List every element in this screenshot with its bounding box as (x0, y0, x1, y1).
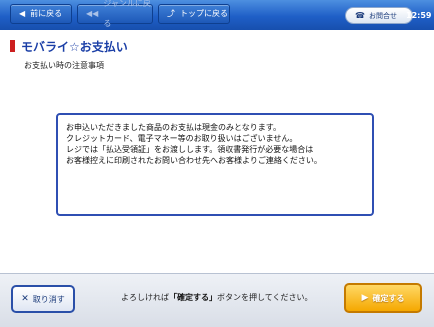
notice-line: お客様控えに印刷されたお問い合わせ先へお客様よりご連絡ください。 (66, 156, 322, 165)
back-button-label: 前に戻る (30, 9, 63, 18)
inquiry-button[interactable]: ☎ お問合せ (345, 7, 413, 24)
confirm-button[interactable]: ▶ 確定する (344, 283, 422, 313)
close-icon: ✕ (21, 294, 29, 304)
confirm-button-label: 確定する (372, 293, 405, 303)
page-title: モバライ☆お支払い (21, 40, 128, 54)
notice-line: お申込いただきました商品のお支払は現金のみとなります。 (66, 123, 281, 132)
back-to-top-label: トップに戻る (180, 9, 228, 18)
page-subtitle: お支払い時の注意事項 (24, 61, 104, 70)
title-marker (10, 40, 15, 52)
inquiry-label: お問合せ (368, 11, 397, 20)
prompt-text-before: よろしければ (121, 293, 169, 302)
notice-message-box: お申込いただきました商品のお支払は現金のみとなります。 クレジットカード、電子マ… (56, 113, 374, 216)
back-to-genre-label: ジャンルに戻る (103, 0, 151, 28)
prompt-text-after: ボタンを押してください。 (217, 293, 313, 302)
top-nav-bar: ◀ 前に戻る ◀◀ ジャンルに戻る ⤴ トップに戻る ☎ お問合せ 12:59 (0, 0, 434, 30)
cancel-button-label: 取り消す (32, 294, 65, 304)
confirm-prompt: よろしければ「確定する」ボタンを押してください。 (121, 292, 313, 303)
back-button[interactable]: ◀ 前に戻る (10, 4, 72, 24)
clock: 12:59 (406, 11, 432, 20)
cancel-button[interactable]: ✕ 取り消す (11, 285, 75, 313)
double-back-arrow-icon: ◀◀ (86, 9, 99, 18)
phone-icon: ☎ (355, 11, 365, 20)
prompt-emphasis: 「確定する」 (169, 293, 217, 302)
back-to-top-button[interactable]: ⤴ トップに戻る (158, 4, 230, 24)
notice-line: レジでは「払込受領証」をお渡しします。領収書発行が必要な場合は (66, 145, 314, 154)
notice-line: クレジットカード、電子マネー等のお取り扱いはございません。 (66, 134, 298, 143)
back-arrow-icon: ◀ (19, 9, 26, 18)
return-top-icon: ⤴ (167, 9, 175, 18)
play-arrow-icon: ▶ (361, 293, 369, 303)
back-to-genre-button[interactable]: ◀◀ ジャンルに戻る (77, 0, 153, 28)
